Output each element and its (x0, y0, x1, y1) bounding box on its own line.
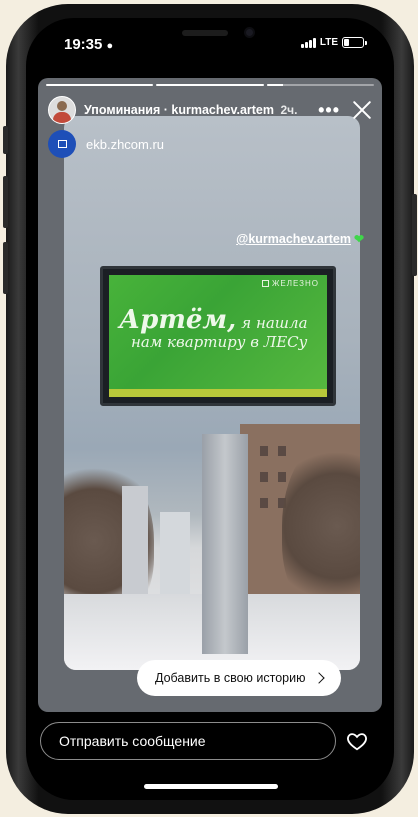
phone-frame: 19:35 ● LTE Упоминания · kurmachev.artem… (3, 4, 417, 814)
site-logo-icon (48, 130, 76, 158)
billboard-brand: ЖЕЛЕЗНО (262, 279, 319, 288)
network-label: LTE (319, 37, 338, 48)
window (260, 498, 268, 508)
speaker (182, 30, 228, 36)
status-time: 19:35 ● (64, 36, 113, 53)
billboard-pole (202, 434, 248, 654)
add-to-story-button[interactable]: Добавить в свою историю (137, 660, 342, 696)
more-icon[interactable]: ••• (318, 100, 340, 121)
story-time: 2ч. (280, 103, 298, 117)
mention-sticker[interactable]: @kurmachev.artem ❤ (236, 232, 364, 246)
progress-segment (156, 84, 264, 86)
window (260, 472, 268, 482)
heart-icon[interactable] (346, 730, 368, 752)
screen: 19:35 ● LTE Упоминания · kurmachev.artem… (26, 18, 394, 800)
power-button (412, 194, 417, 276)
progress-segment (266, 84, 374, 86)
send-message-placeholder: Отправить сообщение (59, 733, 206, 749)
time-text: 19:35 (64, 36, 103, 53)
battery-icon (342, 37, 367, 48)
progress-segment (46, 84, 154, 86)
add-to-story-label: Добавить в свою историю (155, 671, 306, 685)
story-title-text: Упоминания · kurmachev.artem (84, 103, 274, 117)
site-attribution[interactable]: ekb.zhcom.ru (48, 130, 164, 158)
home-indicator[interactable] (144, 784, 278, 789)
volume-down-button (3, 242, 8, 294)
billboard-line2: нам квартиру в ЛЕСу (131, 333, 308, 351)
signal-icon (300, 37, 316, 48)
story-photo: ЖЕЛЕЗНО Артём, я нашла нам квартиру в ЛЕ… (64, 116, 360, 670)
story-header: Упоминания · kurmachev.artem 2ч. ••• (48, 94, 376, 126)
billboard-word: Артём, (119, 305, 237, 335)
window (278, 446, 286, 456)
billboard-text: Артём, я нашла нам квартиру в ЛЕСу (119, 305, 308, 351)
mention-text[interactable]: @kurmachev.artem (236, 232, 351, 246)
green-heart-icon: ❤ (353, 232, 364, 246)
close-icon[interactable] (348, 96, 376, 124)
volume-up-button (3, 176, 8, 228)
billboard-line1: я нашла (241, 314, 308, 332)
building (122, 486, 148, 596)
status-right: LTE (300, 37, 367, 48)
brand-text: ЖЕЛЕЗНО (272, 279, 319, 288)
chevron-right-icon (313, 672, 326, 684)
billboard: ЖЕЛЕЗНО Артём, я нашла нам квартиру в ЛЕ… (100, 266, 336, 406)
silent-switch (3, 126, 8, 154)
person-icon: ● (106, 40, 114, 52)
billboard-panel: ЖЕЛЕЗНО Артём, я нашла нам квартиру в ЛЕ… (109, 275, 327, 397)
site-url[interactable]: ekb.zhcom.ru (86, 137, 164, 152)
send-message-input[interactable]: Отправить сообщение (40, 722, 336, 760)
brand-logo-icon (262, 280, 270, 287)
camera (244, 27, 255, 38)
story-title[interactable]: Упоминания · kurmachev.artem 2ч. (84, 103, 297, 117)
window (278, 472, 286, 482)
story-progress (46, 84, 374, 86)
window (260, 446, 268, 456)
notch (136, 18, 284, 48)
story-viewer[interactable]: Упоминания · kurmachev.artem 2ч. ••• ЖЕЛ… (38, 78, 382, 712)
building (160, 512, 190, 602)
avatar[interactable] (48, 96, 76, 124)
